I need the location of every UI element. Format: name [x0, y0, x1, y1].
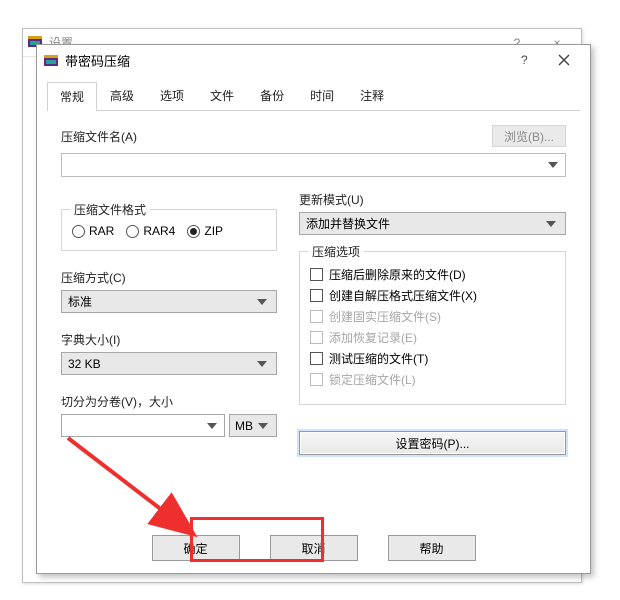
- method-value: 标准: [68, 293, 92, 310]
- tab-general[interactable]: 常规: [47, 82, 97, 111]
- split-unit-select[interactable]: MB: [229, 414, 277, 437]
- option-lock: 锁定压缩文件(L): [310, 371, 555, 388]
- method-label: 压缩方式(C): [61, 269, 277, 286]
- chevron-down-icon: [545, 157, 561, 173]
- set-password-button[interactable]: 设置密码(P)...: [299, 431, 566, 455]
- compress-dialog: 带密码压缩 ? 常规 高级 选项 文件 备份 时间 注释 压缩文件名(A) 浏览…: [36, 44, 591, 574]
- chevron-down-icon: [255, 418, 271, 434]
- update-mode-value: 添加并替换文件: [306, 215, 390, 232]
- format-group: 压缩文件格式 RAR RAR4 ZIP: [61, 209, 277, 251]
- option-recovery: 添加恢复记录(E): [310, 329, 555, 346]
- option-create-sfx[interactable]: 创建自解压格式压缩文件(X): [310, 287, 555, 304]
- tab-comment[interactable]: 注释: [347, 81, 397, 110]
- split-size-input[interactable]: [61, 414, 225, 437]
- tab-advanced[interactable]: 高级: [97, 81, 147, 110]
- tab-options[interactable]: 选项: [147, 81, 197, 110]
- svg-text:?: ?: [521, 54, 528, 66]
- dialog-button-row: 确定 取消 帮助: [37, 535, 590, 561]
- help-button[interactable]: 帮助: [388, 535, 476, 561]
- dialog-help-button[interactable]: ?: [504, 47, 544, 73]
- options-group: 压缩选项 压缩后删除原来的文件(D) 创建自解压格式压缩文件(X) 创建固实压缩…: [299, 251, 566, 405]
- option-solid: 创建固实压缩文件(S): [310, 308, 555, 325]
- dict-select[interactable]: 32 KB: [61, 352, 277, 375]
- dict-label: 字典大小(I): [61, 331, 277, 348]
- browse-button[interactable]: 浏览(B)...: [492, 125, 566, 147]
- dialog-icon: [43, 52, 59, 68]
- chevron-down-icon: [254, 294, 270, 310]
- chevron-down-icon: [254, 356, 270, 372]
- option-delete-after[interactable]: 压缩后删除原来的文件(D): [310, 266, 555, 283]
- ok-button[interactable]: 确定: [152, 535, 240, 561]
- option-test[interactable]: 测试压缩的文件(T): [310, 350, 555, 367]
- split-label: 切分为分卷(V)，大小: [61, 393, 277, 410]
- chevron-down-icon: [204, 418, 220, 434]
- options-group-label: 压缩选项: [308, 243, 364, 260]
- tab-strip: 常规 高级 选项 文件 备份 时间 注释: [47, 81, 580, 111]
- tab-files[interactable]: 文件: [197, 81, 247, 110]
- format-radio-rar[interactable]: RAR: [72, 224, 114, 238]
- dict-value: 32 KB: [68, 357, 101, 371]
- tab-backup[interactable]: 备份: [247, 81, 297, 110]
- update-mode-select[interactable]: 添加并替换文件: [299, 212, 566, 235]
- dialog-close-button[interactable]: [544, 47, 584, 73]
- cancel-button[interactable]: 取消: [270, 535, 358, 561]
- format-radio-zip[interactable]: ZIP: [187, 224, 223, 238]
- method-select[interactable]: 标准: [61, 290, 277, 313]
- chevron-down-icon: [543, 216, 559, 232]
- format-group-label: 压缩文件格式: [70, 201, 150, 218]
- dialog-title: 带密码压缩: [65, 51, 504, 70]
- archive-name-label: 压缩文件名(A): [61, 128, 137, 145]
- format-radio-rar4[interactable]: RAR4: [126, 224, 175, 238]
- archive-name-input[interactable]: [61, 153, 566, 177]
- dialog-titlebar: 带密码压缩 ?: [37, 45, 590, 75]
- update-mode-label: 更新模式(U): [299, 193, 364, 207]
- tab-time[interactable]: 时间: [297, 81, 347, 110]
